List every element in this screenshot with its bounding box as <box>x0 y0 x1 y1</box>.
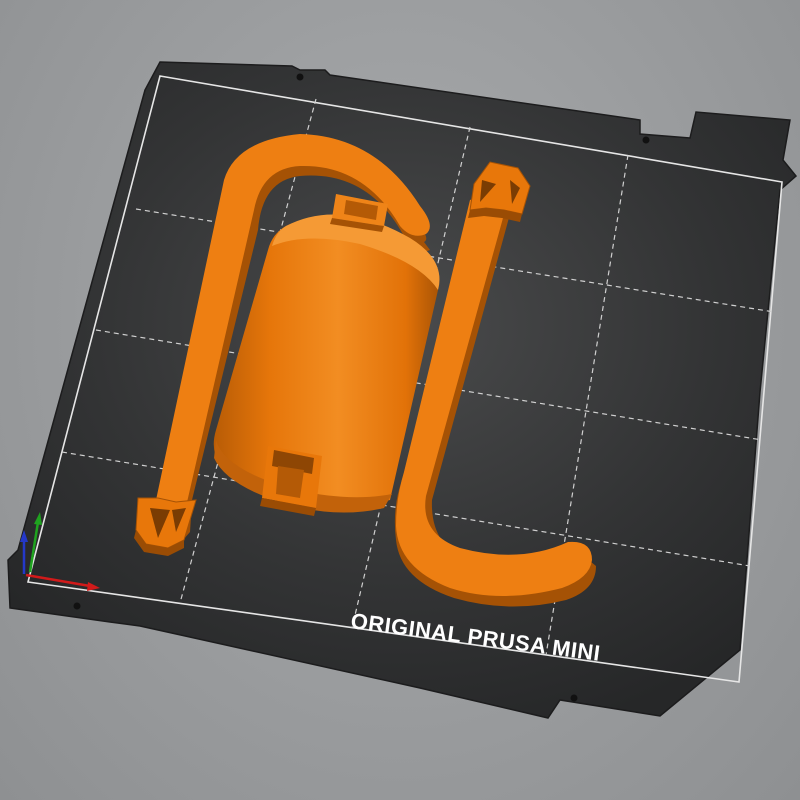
mount-hole <box>570 694 578 702</box>
mount-hole <box>296 73 304 81</box>
mount-hole <box>73 602 81 610</box>
3d-viewport[interactable]: ORIGINAL PRUSA MINI <box>0 0 800 800</box>
mount-hole <box>642 136 650 144</box>
scene: ORIGINAL PRUSA MINI <box>7 61 798 719</box>
